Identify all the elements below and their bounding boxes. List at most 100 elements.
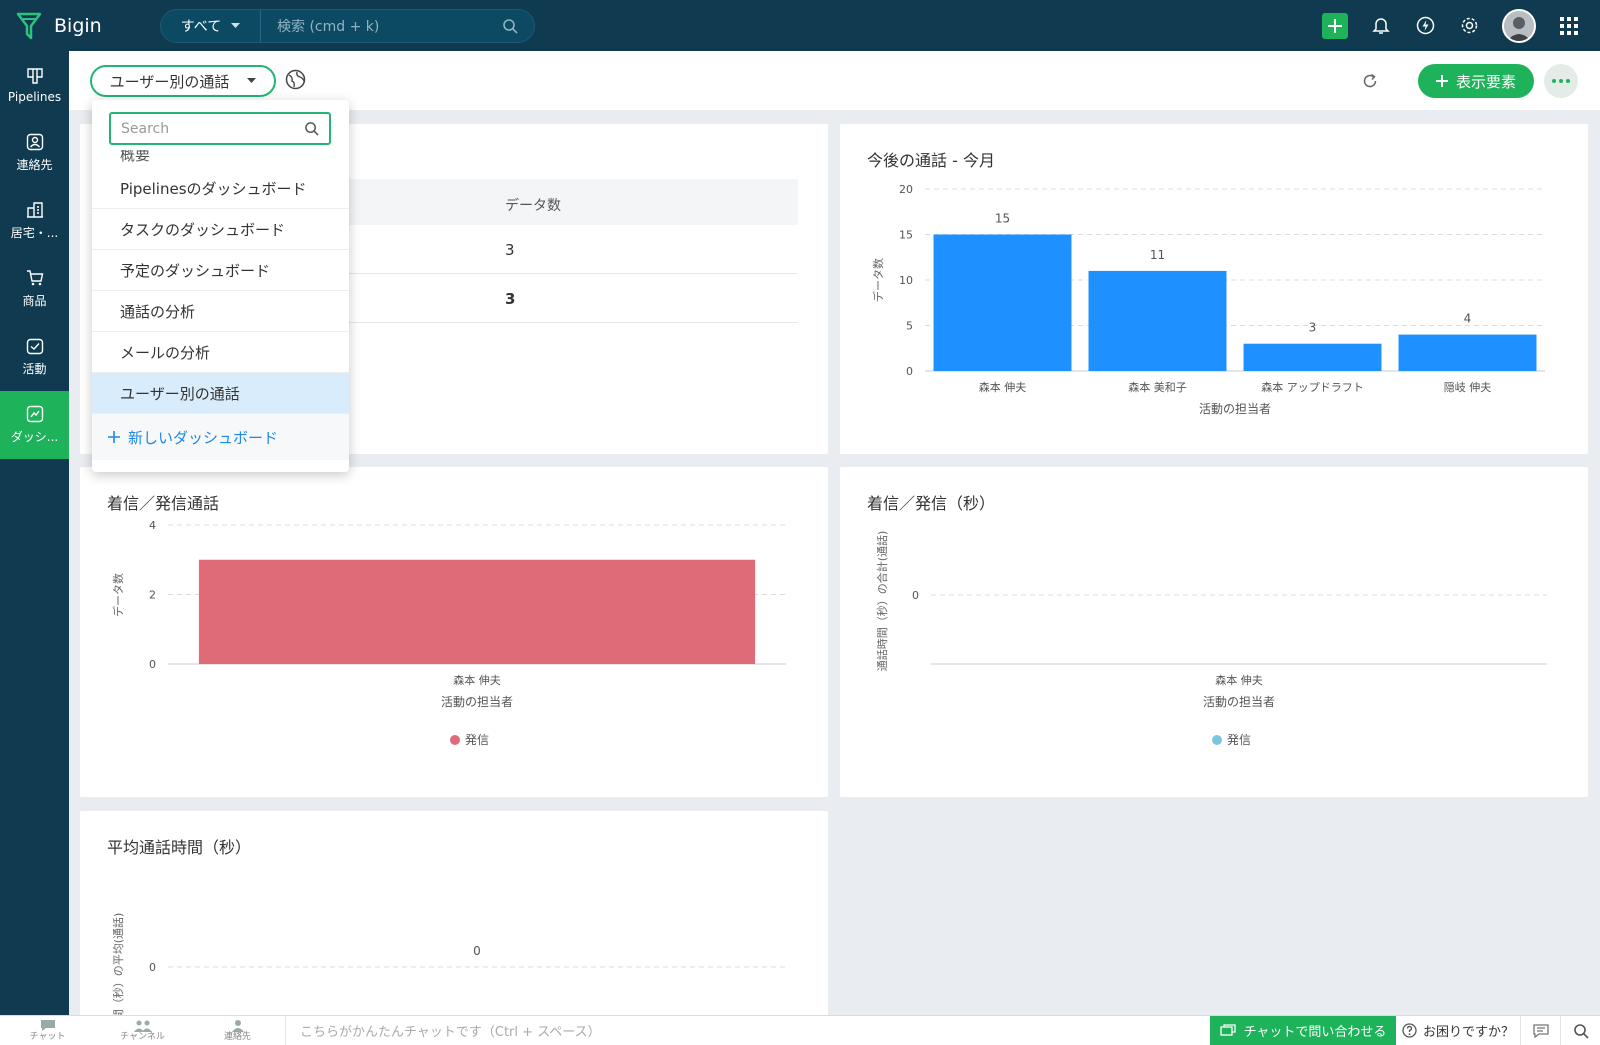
x-tick-label: 森本 伸夫 <box>453 673 501 687</box>
search-scope-label: すべて <box>180 18 222 35</box>
channel-button[interactable]: チャンネル <box>95 1019 190 1042</box>
dashboard-list: 概要 Pipelinesのダッシュボード タスクのダッシュボード 予定のダッシュ… <box>92 150 349 460</box>
sidebar-item-contacts[interactable]: 連絡先 <box>0 119 69 187</box>
show-elements-button[interactable]: 表示要素 <box>1418 64 1534 98</box>
search-icon <box>1573 1023 1589 1039</box>
list-item[interactable]: 予定のダッシュボード <box>92 250 349 291</box>
list-item[interactable]: 概要 <box>92 150 349 168</box>
x-axis-label: 活動の担当者 <box>441 695 513 709</box>
activity-feed-button[interactable] <box>1414 15 1436 37</box>
table-cell: 3 <box>505 241 515 259</box>
apps-button[interactable] <box>1558 15 1580 37</box>
sidebar-item-label: ダッシ... <box>10 430 59 444</box>
chat-button[interactable]: チャット <box>0 1019 95 1042</box>
dashboard-selector-label: ユーザー別の通話 <box>109 72 230 91</box>
bell-icon <box>1372 18 1390 34</box>
grid-icon <box>1560 16 1578 35</box>
x-tick-label: 隠岐 伸夫 <box>1444 381 1492 394</box>
sidebar-item-label: 活動 <box>22 362 47 376</box>
sidebar-item-products[interactable]: 商品 <box>0 255 69 323</box>
sidebar-item-activities[interactable]: 活動 <box>0 323 69 391</box>
list-item[interactable]: 通話の分析 <box>92 291 349 332</box>
plus-icon <box>1328 18 1342 33</box>
app-name: Bigin <box>54 14 102 37</box>
sidebar-item-label: 連絡先 <box>16 158 53 172</box>
y-tick-label: 0 <box>906 365 913 378</box>
caret-down-icon <box>247 78 257 83</box>
avg-duration-chart: 0 0 通話時間（秒）の平均(通話) <box>111 913 786 1031</box>
new-dashboard-label: 新しいダッシュボード <box>128 428 279 447</box>
y-tick-label: 0 <box>149 658 156 671</box>
more-dots-icon <box>1552 79 1570 83</box>
help-label: お困りですか？ <box>1422 1025 1514 1040</box>
more-options-button[interactable] <box>1544 64 1578 98</box>
quick-chat-input[interactable]: こちらがかんたんチャットです（Ctrl + スペース） <box>285 1015 1210 1045</box>
chat-window-icon <box>1219 1024 1236 1036</box>
bottom-bar: チャット チャンネル 連絡先 こちらがかんたんチャットです（Ctrl + スペー… <box>0 1015 1600 1045</box>
component-card-avg-duration: 平均通話時間（秒） 0 0 通話時間（秒）の平均(通話) <box>80 811 828 1031</box>
bottom-search-button[interactable] <box>1560 1015 1600 1045</box>
chat-bubble-icon <box>40 1020 55 1031</box>
question-circle-icon <box>1402 1023 1417 1038</box>
quick-create-button[interactable] <box>1322 12 1348 39</box>
search-scope-select[interactable]: すべて <box>161 9 261 42</box>
data-label: 3 <box>1309 321 1317 335</box>
sidebar-item-label: Pipelines <box>7 89 62 104</box>
search-icon <box>503 18 518 34</box>
search-input[interactable]: 検索 (cmd + k) <box>261 10 534 42</box>
list-item-label: Pipelinesのダッシュボード <box>120 179 307 198</box>
data-label: 0 <box>473 944 481 958</box>
sidebar: Pipelines 連絡先 居宅・... 商品 活動 ダッシ... <box>0 51 69 1015</box>
settings-button[interactable] <box>1458 15 1480 37</box>
contacts-chat-button[interactable]: 連絡先 <box>190 1019 285 1042</box>
data-label: 4 <box>1464 312 1472 326</box>
activities-icon <box>26 338 43 355</box>
channel-label: チャンネル <box>120 1032 165 1042</box>
inout-calls-chart: 0 2 4 データ数森本 伸夫活動の担当者発信 <box>111 519 786 747</box>
list-item[interactable]: メールの分析 <box>92 332 349 373</box>
companies-icon <box>26 202 43 218</box>
dashboard-search-input[interactable]: Search <box>109 112 331 145</box>
y-axis-label: 通話時間（秒）の合計(通話) <box>875 531 889 672</box>
contact-support-label: チャットで問い合わせる <box>1243 1025 1387 1040</box>
dashboard-sharing-button[interactable] <box>285 69 306 94</box>
dashboard-selector[interactable]: ユーザー別の通話 <box>90 65 276 97</box>
cart-icon <box>26 270 43 286</box>
sidebar-item-companies[interactable]: 居宅・... <box>0 187 69 255</box>
refresh-button[interactable] <box>1362 73 1378 93</box>
x-axis-label: 活動の担当者 <box>1203 695 1275 709</box>
help-button[interactable]: お困りですか？ <box>1396 1021 1520 1040</box>
messages-button[interactable] <box>1520 1015 1560 1045</box>
caret-down-icon <box>231 22 241 28</box>
y-tick-label: 2 <box>149 589 156 602</box>
y-tick-label: 0 <box>149 961 156 974</box>
group-icon <box>133 1020 152 1032</box>
contacts-icon <box>26 133 43 151</box>
sidebar-item-dashboards[interactable]: ダッシ... <box>0 391 69 459</box>
notifications-button[interactable] <box>1370 15 1392 37</box>
bar <box>933 234 1072 371</box>
legend-marker <box>1212 735 1222 745</box>
list-item[interactable]: タスクのダッシュボード <box>92 209 349 250</box>
user-avatar[interactable] <box>1502 8 1536 43</box>
list-item-label: 通話の分析 <box>120 302 196 321</box>
y-tick-label: 20 <box>899 183 913 196</box>
gear-icon <box>1461 17 1477 34</box>
new-dashboard-button[interactable]: 新しいダッシュボード <box>92 414 349 460</box>
bigin-logo-icon <box>16 12 42 39</box>
list-item-selected[interactable]: ユーザー別の通話 <box>92 373 349 414</box>
sidebar-item-pipelines[interactable]: Pipelines <box>0 51 69 119</box>
x-axis-label: 活動の担当者 <box>1199 402 1271 416</box>
upcoming-calls-chart: 0 5 10 15 20 データ数 15 森本 伸夫 11 森本 美和子 3 森本 アップドラフト 4 隠… <box>871 183 1545 416</box>
contact-support-button[interactable]: チャットで問い合わせる <box>1210 1015 1396 1045</box>
y-tick-label: 5 <box>906 320 913 333</box>
dashboard-dropdown: Search 概要 Pipelinesのダッシュボード タスクのダッシュボード … <box>92 100 349 472</box>
sidebar-item-label: 商品 <box>22 294 47 308</box>
list-item[interactable]: Pipelinesのダッシュボード <box>92 168 349 209</box>
app-logo[interactable]: Bigin <box>16 12 144 40</box>
contacts-label: 連絡先 <box>223 1032 251 1042</box>
person-icon <box>231 1020 244 1032</box>
plus-icon <box>108 431 120 443</box>
chat-label: チャット <box>29 1032 66 1042</box>
table-cell: 3 <box>505 290 516 308</box>
